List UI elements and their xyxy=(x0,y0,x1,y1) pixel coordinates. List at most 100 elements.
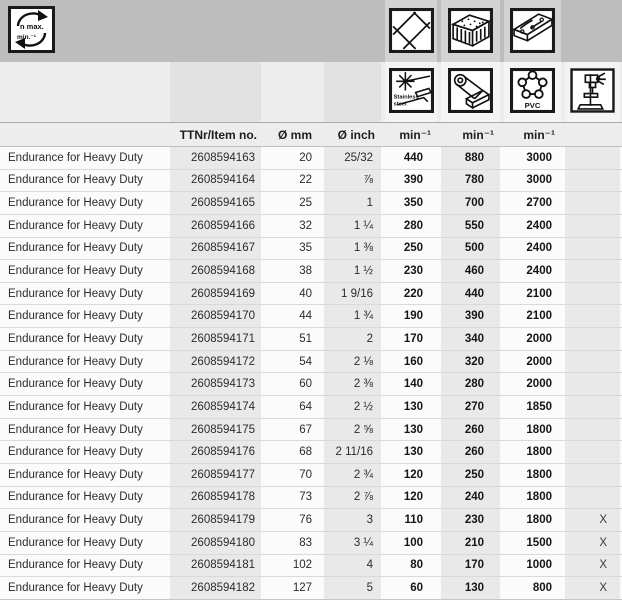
table-row: Endurance for Heavy Duty 2608594170 44 1… xyxy=(0,305,622,328)
drill-stand-flag-cell: X xyxy=(563,532,622,554)
rpm-mid-cell: 340 xyxy=(439,328,502,350)
diameter-inch-cell: 25/32 xyxy=(322,147,383,169)
rpm-low-cell: 130 xyxy=(383,419,439,441)
table-row: Endurance for Heavy Duty 2608594176 68 2… xyxy=(0,441,622,464)
item-number-cell: 2608594172 xyxy=(168,351,263,373)
drill-stand-flag-cell xyxy=(563,192,622,214)
rpm-mid-cell: 130 xyxy=(439,577,502,599)
header-rpm-3: min⁻¹ xyxy=(502,123,563,146)
drill-stand-flag-cell xyxy=(563,373,622,395)
table-row: Endurance for Heavy Duty 2608594173 60 2… xyxy=(0,373,622,396)
rpm-low-cell: 220 xyxy=(383,283,439,305)
product-name-cell: Endurance for Heavy Duty xyxy=(0,555,168,577)
table-row: Endurance for Heavy Duty 2608594180 83 3… xyxy=(0,532,622,555)
diameter-mm-cell: 127 xyxy=(263,577,322,599)
diameter-inch-cell: 3 ¼ xyxy=(322,532,383,554)
table-row: Endurance for Heavy Duty 2608594163 20 2… xyxy=(0,147,622,170)
item-number-cell: 2608594173 xyxy=(168,373,263,395)
table-row: Endurance for Heavy Duty 2608594166 32 1… xyxy=(0,215,622,238)
item-number-cell: 2608594181 xyxy=(168,555,263,577)
item-number-cell: 2608594177 xyxy=(168,464,263,486)
product-name-cell: Endurance for Heavy Duty xyxy=(0,192,168,214)
product-name-cell: Endurance for Heavy Duty xyxy=(0,419,168,441)
rpm-mid-cell: 170 xyxy=(439,555,502,577)
diameter-mm-cell: 64 xyxy=(263,396,322,418)
pvc-icon: PVC xyxy=(510,68,555,113)
rpm-low-cell: 390 xyxy=(383,170,439,192)
rpm-mid-cell: 700 xyxy=(439,192,502,214)
item-number-cell: 2608594182 xyxy=(168,577,263,599)
item-number-cell: 2608594171 xyxy=(168,328,263,350)
diameter-inch-cell: 2 ½ xyxy=(322,396,383,418)
drill-stand-flag-cell xyxy=(563,283,622,305)
rpm-low-cell: 130 xyxy=(383,441,439,463)
product-name-cell: Endurance for Heavy Duty xyxy=(0,509,168,531)
table-row: Endurance for Heavy Duty 2608594171 51 2… xyxy=(0,328,622,351)
diameter-inch-cell: ⅞ xyxy=(322,170,383,192)
diameter-inch-cell: 2 ⅞ xyxy=(322,487,383,509)
product-name-cell: Endurance for Heavy Duty xyxy=(0,147,168,169)
rpm-mid-cell: 210 xyxy=(439,532,502,554)
rpm-mid-cell: 270 xyxy=(439,396,502,418)
header-rpm-1: min⁻¹ xyxy=(383,123,439,146)
drill-stand-flag-cell xyxy=(563,487,622,509)
diameter-inch-cell: 3 xyxy=(322,509,383,531)
drill-stand-flag-cell: X xyxy=(563,555,622,577)
rpm-high-cell: 2000 xyxy=(502,328,563,350)
rpm-high-cell: 2700 xyxy=(502,192,563,214)
drill-stand-flag-cell xyxy=(563,351,622,373)
svg-text:min.⁻¹: min.⁻¹ xyxy=(17,34,36,41)
diameter-mm-cell: 67 xyxy=(263,419,322,441)
rpm-high-cell: 2400 xyxy=(502,215,563,237)
rpm-low-cell: 80 xyxy=(383,555,439,577)
diameter-inch-cell: 2 ⅝ xyxy=(322,419,383,441)
table-row: Endurance for Heavy Duty 2608594177 70 2… xyxy=(0,464,622,487)
rpm-high-cell: 1800 xyxy=(502,464,563,486)
table-row: Endurance for Heavy Duty 2608594182 127 … xyxy=(0,577,622,600)
diameter-mm-cell: 20 xyxy=(263,147,322,169)
diameter-inch-cell: 2 ¾ xyxy=(322,464,383,486)
diameter-mm-cell: 54 xyxy=(263,351,322,373)
header-rpm-2: min⁻¹ xyxy=(439,123,502,146)
item-number-cell: 2608594176 xyxy=(168,441,263,463)
diameter-mm-cell: 76 xyxy=(263,509,322,531)
table-row: Endurance for Heavy Duty 2608594181 102 … xyxy=(0,555,622,578)
product-name-cell: Endurance for Heavy Duty xyxy=(0,305,168,327)
rotation-speed-icon: n max. min.⁻¹ xyxy=(8,6,55,53)
diameter-mm-cell: 68 xyxy=(263,441,322,463)
column-shade xyxy=(170,62,261,122)
rpm-mid-cell: 460 xyxy=(439,260,502,282)
table-row: Endurance for Heavy Duty 2608594167 35 1… xyxy=(0,238,622,261)
column-shade xyxy=(324,62,381,122)
metal-icon xyxy=(448,68,493,113)
diameter-inch-cell: 1 xyxy=(322,192,383,214)
item-number-cell: 2608594180 xyxy=(168,532,263,554)
drill-stand-flag-cell xyxy=(563,215,622,237)
item-number-cell: 2608594168 xyxy=(168,260,263,282)
product-name-cell: Endurance for Heavy Duty xyxy=(0,238,168,260)
rpm-low-cell: 130 xyxy=(383,396,439,418)
rpm-low-cell: 350 xyxy=(383,192,439,214)
rpm-high-cell: 1000 xyxy=(502,555,563,577)
item-number-cell: 2608594165 xyxy=(168,192,263,214)
product-name-cell: Endurance for Heavy Duty xyxy=(0,283,168,305)
diameter-mm-cell: 35 xyxy=(263,238,322,260)
svg-text:Stainless: Stainless xyxy=(394,95,419,101)
item-number-cell: 2608594175 xyxy=(168,419,263,441)
product-name-cell: Endurance for Heavy Duty xyxy=(0,487,168,509)
rpm-low-cell: 60 xyxy=(383,577,439,599)
diameter-mm-cell: 32 xyxy=(263,215,322,237)
rpm-low-cell: 440 xyxy=(383,147,439,169)
table-row: Endurance for Heavy Duty 2608594165 25 1… xyxy=(0,192,622,215)
svg-text:steel: steel xyxy=(394,101,407,107)
rpm-high-cell: 3000 xyxy=(502,170,563,192)
rpm-high-cell: 2000 xyxy=(502,351,563,373)
diameter-inch-cell: 1 ⅜ xyxy=(322,238,383,260)
rpm-mid-cell: 250 xyxy=(439,464,502,486)
table-row: Endurance for Heavy Duty 2608594178 73 2… xyxy=(0,487,622,510)
item-number-cell: 2608594174 xyxy=(168,396,263,418)
diameter-inch-cell: 2 11/16 xyxy=(322,441,383,463)
header-item-number: TTNr/Item no. xyxy=(168,123,263,146)
product-name-cell: Endurance for Heavy Duty xyxy=(0,260,168,282)
product-name-cell: Endurance for Heavy Duty xyxy=(0,532,168,554)
